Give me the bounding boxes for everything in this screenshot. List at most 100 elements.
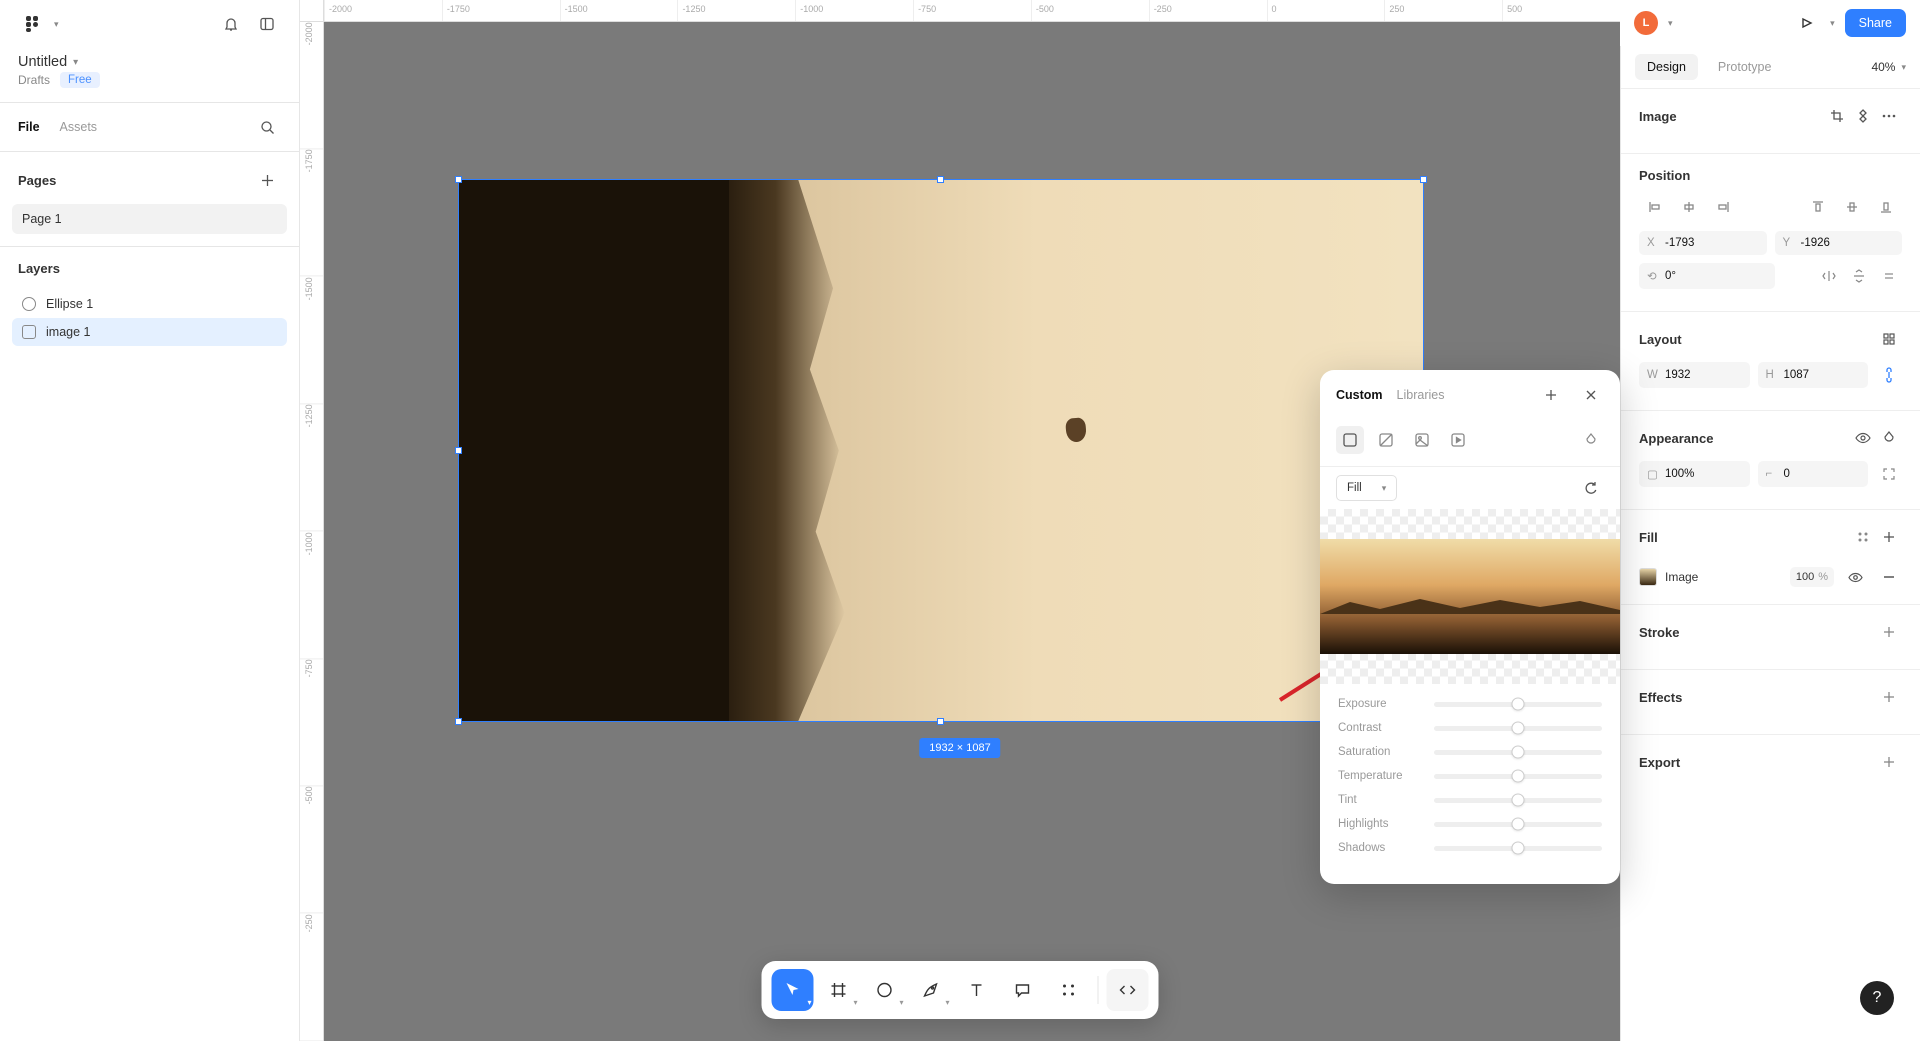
fill-type-label[interactable]: Image	[1665, 570, 1782, 584]
align-left-button[interactable]	[1639, 193, 1671, 221]
paint-type-gradient[interactable]	[1372, 426, 1400, 454]
present-button[interactable]	[1792, 9, 1820, 37]
alignment-row	[1639, 193, 1902, 221]
actions-tool[interactable]	[1048, 969, 1090, 1011]
align-hcenter-button[interactable]	[1673, 193, 1705, 221]
section-export: Export	[1621, 735, 1920, 799]
image-preview[interactable]	[1320, 509, 1620, 684]
text-tool[interactable]	[956, 969, 998, 1011]
tab-assets[interactable]: Assets	[60, 120, 98, 134]
slider-shadows[interactable]	[1434, 846, 1602, 851]
position-x-input[interactable]: X-1793	[1639, 231, 1767, 255]
share-button[interactable]: Share	[1845, 9, 1906, 37]
page-item[interactable]: Page 1	[12, 204, 287, 234]
fill-styles-button[interactable]	[1850, 524, 1876, 550]
flip-vertical-button[interactable]	[1846, 263, 1872, 289]
flip-horizontal-button[interactable]	[1816, 263, 1842, 289]
drafts-label[interactable]: Drafts	[18, 73, 50, 87]
slider-exposure[interactable]	[1434, 702, 1602, 707]
align-right-button[interactable]	[1707, 193, 1739, 221]
left-sidebar: ▾ Untitled ▾ Drafts Free File Assets Pag…	[0, 0, 300, 1041]
component-button[interactable]	[1850, 103, 1876, 129]
close-popover-button[interactable]	[1578, 382, 1604, 408]
more-transform-button[interactable]	[1876, 263, 1902, 289]
opacity-input[interactable]: ▢100%	[1639, 461, 1750, 487]
blend-mode-button[interactable]	[1578, 427, 1604, 453]
align-bottom-button[interactable]	[1870, 193, 1902, 221]
filename-row[interactable]: Untitled ▾	[0, 48, 299, 72]
user-avatar[interactable]: L	[1634, 11, 1658, 35]
align-top-button[interactable]	[1802, 193, 1834, 221]
rotate-image-button[interactable]	[1578, 475, 1604, 501]
tab-design[interactable]: Design	[1635, 54, 1698, 80]
chevron-down-icon[interactable]: ▾	[54, 19, 59, 30]
resize-handle-bm[interactable]	[937, 718, 944, 725]
slider-contrast[interactable]	[1434, 726, 1602, 731]
shape-tool[interactable]: ▾	[864, 969, 906, 1011]
tab-file[interactable]: File	[18, 120, 40, 134]
right-panel-tabs: Design Prototype 40% ▾	[1621, 46, 1920, 89]
independent-corners-button[interactable]	[1876, 461, 1902, 487]
paint-type-video[interactable]	[1444, 426, 1472, 454]
image-fill-mode-select[interactable]: Fill ▾	[1336, 475, 1397, 501]
add-fill-button[interactable]	[1876, 524, 1902, 550]
add-paint-button[interactable]	[1538, 382, 1564, 408]
slider-saturation[interactable]	[1434, 750, 1602, 755]
move-tool[interactable]: ▾	[772, 969, 814, 1011]
visibility-toggle[interactable]	[1850, 425, 1876, 451]
add-page-button[interactable]	[253, 166, 281, 194]
paint-type-solid[interactable]	[1336, 426, 1364, 454]
image-icon	[22, 325, 36, 339]
frame-tool[interactable]: ▾	[818, 969, 860, 1011]
layer-item-ellipse[interactable]: Ellipse 1	[12, 290, 287, 318]
fill-visibility-toggle[interactable]	[1842, 564, 1868, 590]
notifications-button[interactable]	[217, 10, 245, 38]
pen-tool[interactable]: ▾	[910, 969, 952, 1011]
auto-layout-button[interactable]	[1876, 326, 1902, 352]
corner-radius-input[interactable]: ⌐0	[1758, 461, 1869, 487]
fill-opacity-input[interactable]: 100%	[1790, 567, 1834, 587]
add-stroke-button[interactable]	[1876, 619, 1902, 645]
chevron-down-icon[interactable]: ▾	[1668, 18, 1673, 29]
ruler-corner	[300, 0, 324, 22]
toggle-panels-button[interactable]	[253, 10, 281, 38]
height-input[interactable]: H1087	[1758, 362, 1869, 388]
slider-tint[interactable]	[1434, 798, 1602, 803]
layer-item-image[interactable]: image 1	[12, 318, 287, 346]
paint-type-image[interactable]	[1408, 426, 1436, 454]
slider-temperature[interactable]	[1434, 774, 1602, 779]
resize-handle-bl[interactable]	[455, 718, 462, 725]
add-export-button[interactable]	[1876, 749, 1902, 775]
layers-title: Layers	[0, 246, 299, 286]
search-button[interactable]	[253, 113, 281, 141]
rotation-input[interactable]: ⟲0°	[1639, 263, 1775, 289]
fill-swatch[interactable]	[1639, 568, 1657, 586]
comment-tool[interactable]	[1002, 969, 1044, 1011]
width-input[interactable]: W1932	[1639, 362, 1750, 388]
add-effect-button[interactable]	[1876, 684, 1902, 710]
crop-button[interactable]	[1824, 103, 1850, 129]
popover-tab-custom[interactable]: Custom	[1336, 388, 1383, 402]
help-button[interactable]: ?	[1860, 981, 1894, 1015]
slider-highlights[interactable]	[1434, 822, 1602, 827]
resize-handle-tm[interactable]	[937, 176, 944, 183]
resize-handle-tr[interactable]	[1420, 176, 1427, 183]
popover-tab-libraries[interactable]: Libraries	[1397, 388, 1445, 402]
dev-mode-toggle[interactable]	[1107, 969, 1149, 1011]
chevron-down-icon[interactable]: ▾	[1830, 18, 1835, 29]
image-preview-content	[1320, 539, 1620, 654]
resize-handle-tl[interactable]	[455, 176, 462, 183]
zoom-control[interactable]: 40% ▾	[1871, 60, 1906, 74]
more-options-button[interactable]	[1876, 103, 1902, 129]
selected-layer-on-canvas[interactable]	[458, 179, 1424, 722]
remove-fill-button[interactable]	[1876, 564, 1902, 590]
constrain-proportions-button[interactable]	[1876, 362, 1902, 388]
main-menu-button[interactable]	[18, 10, 46, 38]
plan-badge[interactable]: Free	[60, 72, 100, 88]
tab-prototype[interactable]: Prototype	[1706, 54, 1784, 80]
position-y-input[interactable]: Y-1926	[1775, 231, 1903, 255]
bottom-toolbar: ▾ ▾ ▾ ▾	[762, 961, 1159, 1019]
align-vcenter-button[interactable]	[1836, 193, 1868, 221]
resize-handle-ml[interactable]	[455, 447, 462, 454]
blend-mode-button[interactable]	[1876, 425, 1902, 451]
